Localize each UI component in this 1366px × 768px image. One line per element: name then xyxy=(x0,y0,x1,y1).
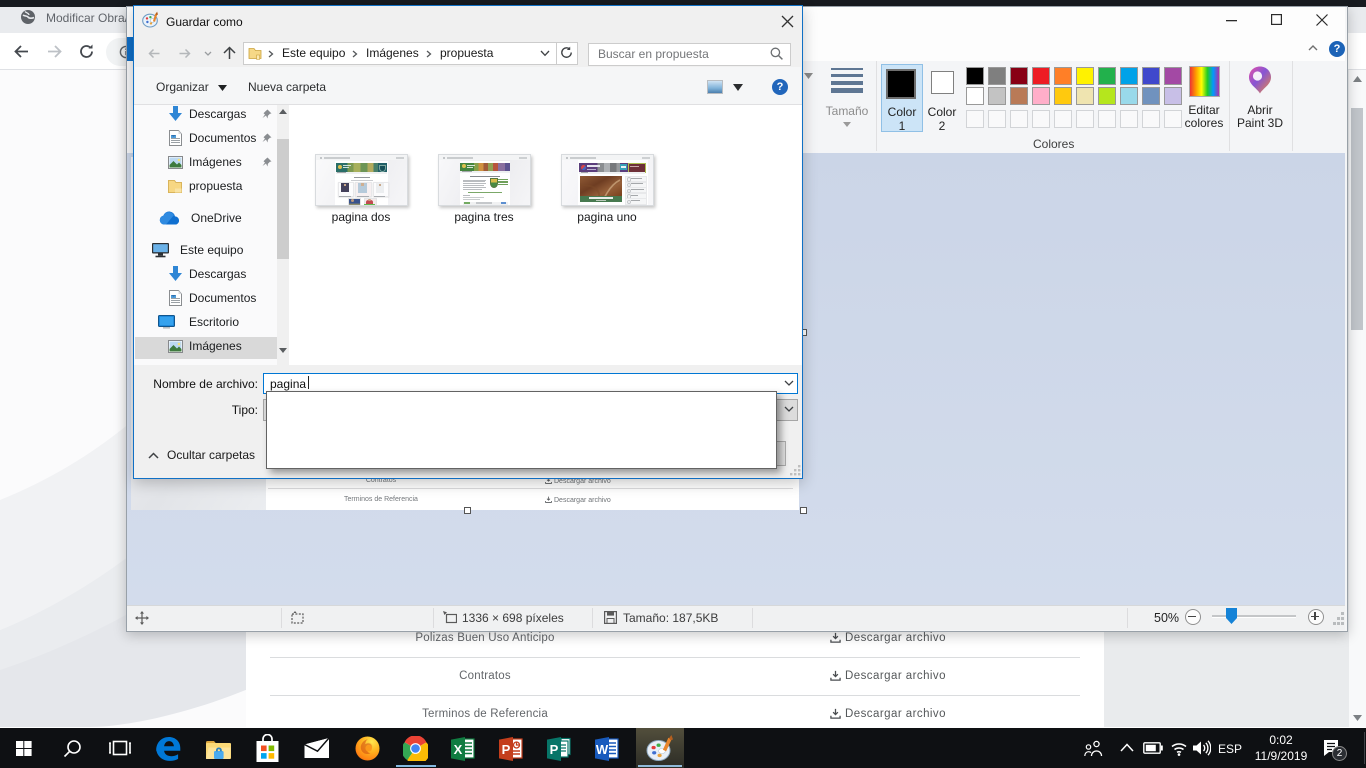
svg-text:W: W xyxy=(596,742,609,757)
svg-text:P: P xyxy=(502,742,511,757)
svg-text:X: X xyxy=(454,742,463,757)
svg-text:P: P xyxy=(550,742,559,757)
